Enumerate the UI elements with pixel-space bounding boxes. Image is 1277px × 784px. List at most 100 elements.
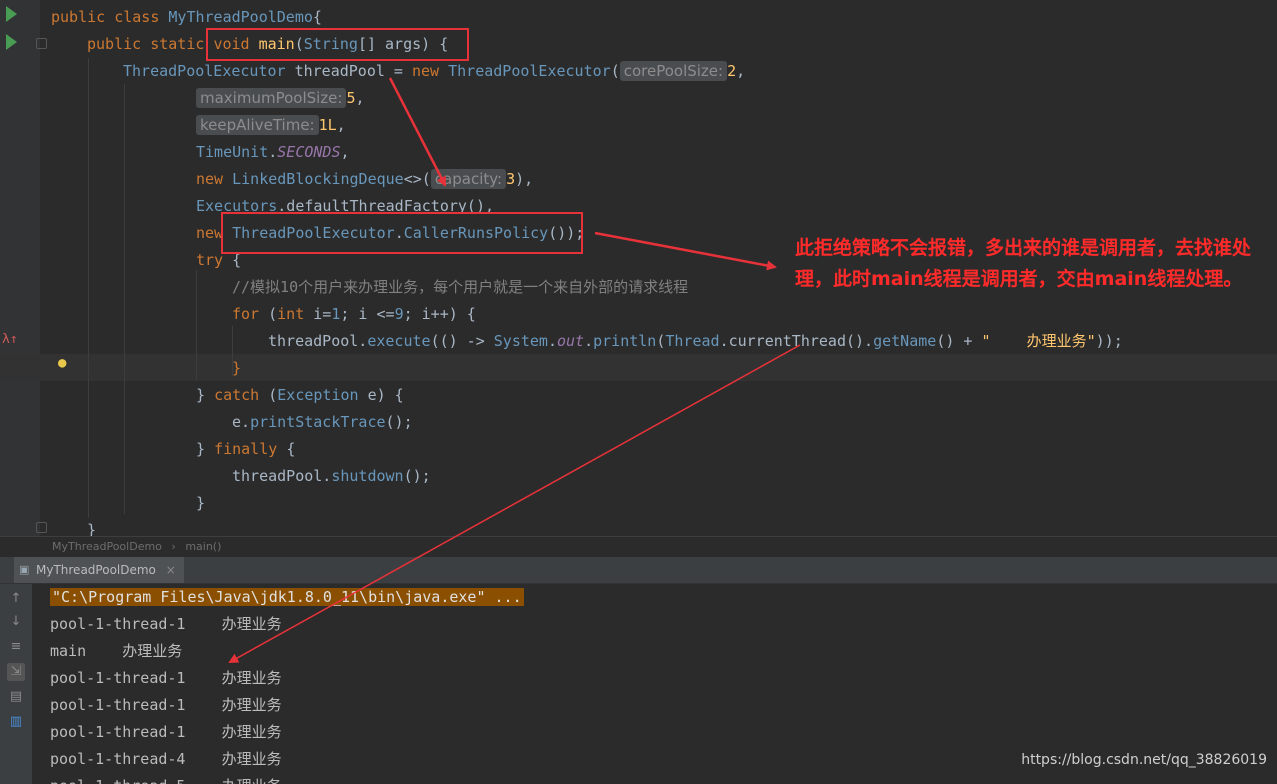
breadcrumb-class[interactable]: MyThreadPoolDemo [52, 540, 162, 553]
code-token: threadPool. [232, 467, 332, 485]
parameter-hint: maximumPoolSize: [196, 88, 347, 108]
code-token: TimeUnit [196, 143, 269, 161]
lightbulb-icon[interactable]: ● [58, 355, 66, 371]
code-token: () + [936, 332, 982, 350]
code-token: } [232, 359, 242, 377]
code-token: . [268, 143, 278, 161]
parameter-hint: capacity: [430, 169, 507, 189]
editor-gutter [0, 0, 40, 536]
code-token: , [736, 62, 746, 80]
code-token: , [355, 89, 365, 107]
code-line[interactable]: threadPool.execute(() -> System.out.prin… [268, 328, 1123, 355]
code-token: public static [87, 35, 214, 53]
code-line[interactable]: ThreadPoolExecutor threadPool = new Thre… [123, 58, 745, 85]
code-token: . [547, 332, 557, 350]
code-token: Thread [665, 332, 720, 350]
code-token: .currentThread(). [719, 332, 874, 350]
highlight-caller-runs-policy [221, 212, 583, 254]
code-token: getName [873, 332, 937, 350]
code-token: Exception [277, 386, 368, 404]
console-line: pool-1-thread-1 办理业务 [50, 696, 282, 714]
code-token: finally [214, 440, 287, 458]
console-line: pool-1-thread-1 办理业务 [50, 723, 282, 741]
code-token: new [412, 62, 449, 80]
run-class-icon[interactable] [6, 6, 17, 22]
code-token: (); [385, 413, 413, 431]
code-token: printStackTrace [250, 413, 386, 431]
breadcrumb-separator: › [171, 540, 176, 553]
code-token: " 办理业务" [981, 332, 1096, 350]
code-token: )); [1095, 332, 1123, 350]
code-token: { [286, 440, 296, 458]
code-token: i= [313, 305, 332, 323]
code-token: (); [403, 467, 431, 485]
code-token: public class [51, 8, 169, 26]
breadcrumb: MyThreadPoolDemo › main() [0, 536, 1277, 557]
code-token: 1L [318, 116, 337, 134]
run-config-icon: ▣ [19, 563, 30, 576]
code-token: <>( [403, 170, 431, 188]
code-token: threadPool. [268, 332, 368, 350]
code-token: ( [610, 62, 620, 80]
watermark: https://blog.csdn.net/qq_38826019 [1021, 752, 1267, 768]
code-line[interactable]: e.printStackTrace(); [232, 409, 413, 436]
scroll-down-icon[interactable]: ↓ [7, 613, 25, 631]
run-tab-label: MyThreadPoolDemo [36, 563, 156, 577]
code-token: e) { [367, 386, 404, 404]
print-icon[interactable]: ▤ [7, 688, 25, 706]
code-line[interactable]: maximumPoolSize: 5, [196, 85, 365, 112]
parameter-hint: keepAliveTime: [196, 115, 319, 135]
code-token: ; i++) { [403, 305, 476, 323]
code-line[interactable]: } [87, 517, 96, 536]
code-line[interactable]: } catch (Exception e) { [196, 382, 404, 409]
code-token: ThreadPoolExecutor [448, 62, 611, 80]
indent-guide [88, 58, 89, 518]
code-token: ; i <= [340, 305, 395, 323]
run-tab[interactable]: ▣ MyThreadPoolDemo × [14, 557, 184, 583]
parameter-hint: corePoolSize: [619, 61, 728, 81]
code-token: ( [268, 305, 278, 323]
run-main-icon[interactable] [6, 34, 17, 50]
code-line[interactable]: public class MyThreadPoolDemo{ [51, 4, 322, 31]
code-token: } [87, 521, 97, 536]
fold-icon[interactable] [36, 522, 47, 533]
code-line[interactable]: new LinkedBlockingDeque<>(capacity: 3), [196, 166, 533, 193]
run-tab-bar: ▣ MyThreadPoolDemo × [0, 557, 1277, 584]
code-token: LinkedBlockingDeque [232, 170, 404, 188]
code-token: , [336, 116, 346, 134]
code-token: //模拟10个用户来办理业务，每个用户就是一个来自外部的请求线程 [232, 278, 689, 296]
code-line[interactable]: keepAliveTime: 1L, [196, 112, 346, 139]
close-icon[interactable]: × [166, 563, 176, 577]
scroll-to-end-icon[interactable]: ⇲ [7, 663, 25, 681]
code-token: int [277, 305, 314, 323]
code-line[interactable]: //模拟10个用户来办理业务，每个用户就是一个来自外部的请求线程 [232, 274, 688, 301]
code-line[interactable]: } finally { [196, 436, 295, 463]
indent-guide [124, 84, 125, 514]
indent-guide [196, 270, 197, 380]
code-token: } [196, 386, 215, 404]
code-token: { [312, 8, 322, 26]
code-token: shutdown [331, 467, 404, 485]
code-token: MyThreadPoolDemo [168, 8, 313, 26]
code-line[interactable]: } [232, 355, 241, 382]
soft-wrap-icon[interactable]: ≡ [7, 638, 25, 656]
console-line: pool-1-thread-1 办理业务 [50, 615, 282, 633]
code-line[interactable]: TimeUnit.SECONDS, [196, 139, 350, 166]
code-token: 3 [506, 170, 516, 188]
code-token: new [196, 170, 233, 188]
code-line[interactable]: threadPool.shutdown(); [232, 463, 431, 490]
java-command: "C:\Program Files\Java\jdk1.8.0_11\bin\j… [50, 588, 524, 606]
code-line[interactable]: } [196, 490, 205, 517]
annotation-text: 此拒绝策略不会报错，多出来的谁是调用者，去找谁处理，此时main线程是调用者，交… [795, 237, 1252, 290]
code-token: e. [232, 413, 251, 431]
lambda-icon: λ↑ [2, 332, 18, 347]
code-token: } [196, 494, 206, 512]
breadcrumb-method[interactable]: main() [185, 540, 221, 553]
console-line: pool-1-thread-5 办理业务 [50, 773, 282, 784]
trash-icon[interactable]: ▥ [7, 713, 25, 731]
code-line[interactable]: for (int i=1; i <=9; i++) { [232, 301, 476, 328]
fold-icon[interactable] [36, 38, 47, 49]
code-token: . [584, 332, 594, 350]
scroll-up-icon[interactable]: ↑ [7, 590, 25, 608]
code-token: SECONDS [277, 143, 341, 161]
